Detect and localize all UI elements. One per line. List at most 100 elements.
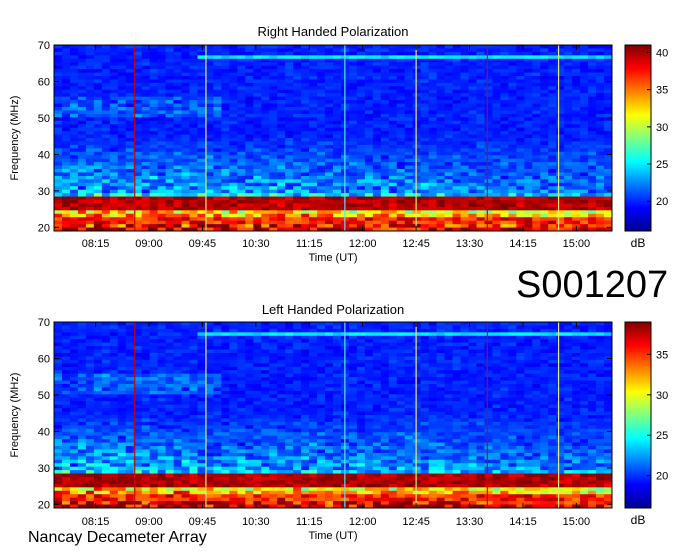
- spectrogram-cell: [93, 182, 103, 187]
- spectrogram-cell: [516, 89, 525, 94]
- spectrogram-cell: [277, 48, 286, 53]
- spectrogram-cell: [165, 356, 174, 361]
- spectrogram-cell: [596, 356, 605, 361]
- spectrogram-cell: [452, 322, 461, 326]
- spectrogram-cell: [277, 124, 286, 129]
- x-tick-label: 15:00: [563, 238, 591, 250]
- spectrogram-cell: [229, 182, 238, 187]
- spectrogram-cell: [572, 206, 581, 211]
- spectrogram-cell: [77, 124, 87, 129]
- spectrogram-cell: [237, 120, 246, 125]
- spectrogram-cell: [596, 55, 605, 60]
- spectrogram-cell: [540, 138, 549, 142]
- spectrogram-cell: [404, 151, 414, 156]
- spectrogram-cell: [61, 131, 71, 135]
- spectrogram-cell: [492, 127, 501, 132]
- spectrogram-cell: [293, 359, 302, 364]
- spectrogram-cell: [165, 206, 174, 211]
- spectrogram-cell: [213, 377, 222, 381]
- spectrogram-cell: [564, 325, 573, 330]
- spectrogram-cell: [476, 213, 485, 218]
- spectrogram-cell: [548, 113, 557, 118]
- spectrogram-cell: [253, 113, 262, 118]
- spectrogram-cell: [69, 206, 79, 211]
- spectrogram-cell: [492, 45, 501, 49]
- spectrogram-cell: [420, 175, 430, 180]
- spectrogram-cell: [460, 58, 469, 63]
- spectrogram-cell: [532, 356, 541, 361]
- spectrogram-cell: [420, 96, 430, 101]
- spectrogram-cell: [309, 353, 318, 357]
- spectrogram-cell: [580, 138, 589, 142]
- spectrogram-cell: [588, 55, 597, 60]
- spectrogram-cell: [157, 213, 166, 218]
- spectrogram-cell: [157, 124, 166, 129]
- spectrogram-cell: [205, 131, 214, 135]
- spectrogram-cell: [149, 96, 159, 101]
- spectrogram-cell: [460, 138, 469, 142]
- spectrogram-cell: [253, 65, 262, 70]
- spectrogram-cell: [372, 96, 382, 101]
- spectrogram-cell: [157, 339, 166, 344]
- spectrogram-cell: [476, 124, 485, 129]
- spectrogram-cell: [253, 325, 262, 330]
- spectrogram-cell: [604, 124, 613, 129]
- right-polarization-panel: Right Handed Polarization08:15 09:00 09:45…: [9, 24, 668, 264]
- spectrogram-cell: [596, 141, 605, 146]
- spectrogram-cell: [157, 349, 166, 354]
- spectrogram-cell: [492, 189, 501, 194]
- spectrogram-cell: [213, 89, 222, 94]
- spectrogram-cell: [444, 339, 453, 344]
- spectrogram-cell: [317, 182, 326, 187]
- spectrogram-cell: [556, 103, 565, 108]
- spectrogram-cell: [301, 69, 310, 73]
- spectrogram-cell: [189, 69, 198, 73]
- spectrogram-cell: [572, 158, 581, 163]
- spectrogram-cell: [205, 373, 214, 378]
- spectrogram-cell: [309, 48, 318, 53]
- spectrogram-cell: [285, 349, 294, 354]
- spectrogram-cell: [301, 110, 310, 115]
- spectrogram-cell: [508, 193, 517, 197]
- spectrogram-cell: [301, 162, 310, 166]
- spectrogram-cell: [197, 373, 206, 378]
- spectrogram-cell: [245, 113, 254, 118]
- spectrogram-cell: [540, 220, 549, 225]
- spectrogram-cell: [77, 151, 87, 156]
- spectrogram-cell: [444, 220, 453, 225]
- spectrogram-cell: [452, 366, 461, 371]
- spectrogram-cell: [588, 189, 597, 194]
- spectrogram-cell: [524, 335, 533, 340]
- spectrogram-cell: [141, 76, 151, 80]
- spectrogram-cell: [61, 120, 71, 125]
- spectrogram-cell: [173, 127, 182, 132]
- spectrogram-cell: [516, 100, 525, 104]
- spectrogram-cell: [293, 363, 302, 368]
- spectrogram-cell: [229, 82, 238, 87]
- spectrogram-cell: [524, 213, 533, 218]
- spectrogram-cell: [396, 210, 406, 215]
- chart-title: Right Handed Polarization: [257, 24, 408, 39]
- spectrogram-cell: [157, 141, 166, 146]
- spectrogram-cell: [269, 203, 278, 208]
- spectrogram-cell: [532, 89, 541, 94]
- spectrogram-cell: [277, 169, 286, 173]
- spectrogram-cell: [269, 124, 278, 129]
- spectrogram-cell: [396, 124, 406, 129]
- spectrogram-cell: [532, 138, 541, 142]
- spectrogram-cell: [468, 55, 477, 60]
- spectrogram-cell: [540, 141, 549, 146]
- spectrogram-cell: [189, 58, 198, 63]
- spectrogram-cell: [301, 55, 310, 60]
- spectrogram-cell: [532, 120, 541, 125]
- spectrogram-cell: [572, 220, 581, 225]
- spectrogram-cell: [396, 96, 406, 101]
- spectrogram-cell: [532, 196, 541, 201]
- spectrogram-cell: [492, 196, 501, 201]
- spectrogram-cell: [380, 110, 390, 115]
- spectrogram-cell: [93, 89, 103, 94]
- spectrogram-cell: [588, 113, 597, 118]
- spectrogram-cell: [468, 82, 477, 87]
- spectrogram-cell: [285, 58, 294, 63]
- spectrogram-cell: [189, 356, 198, 361]
